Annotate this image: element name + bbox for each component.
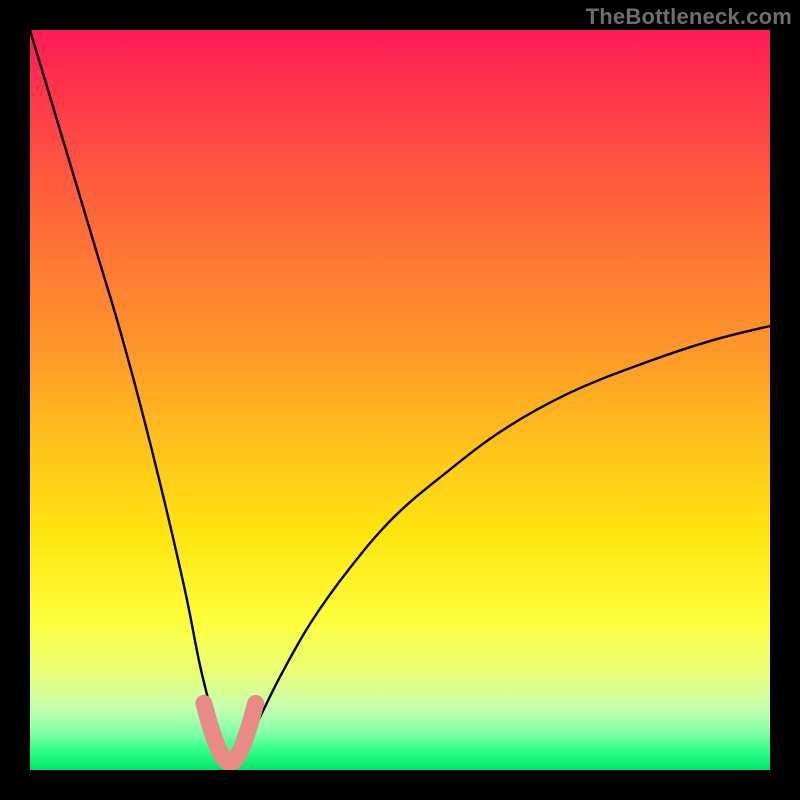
chart-frame: TheBottleneck.com [0, 0, 800, 800]
highlight-segment [204, 703, 256, 762]
curve-svg [30, 30, 770, 770]
watermark-text: TheBottleneck.com [586, 4, 792, 30]
plot-area [30, 30, 770, 770]
bottleneck-curve [30, 30, 770, 770]
